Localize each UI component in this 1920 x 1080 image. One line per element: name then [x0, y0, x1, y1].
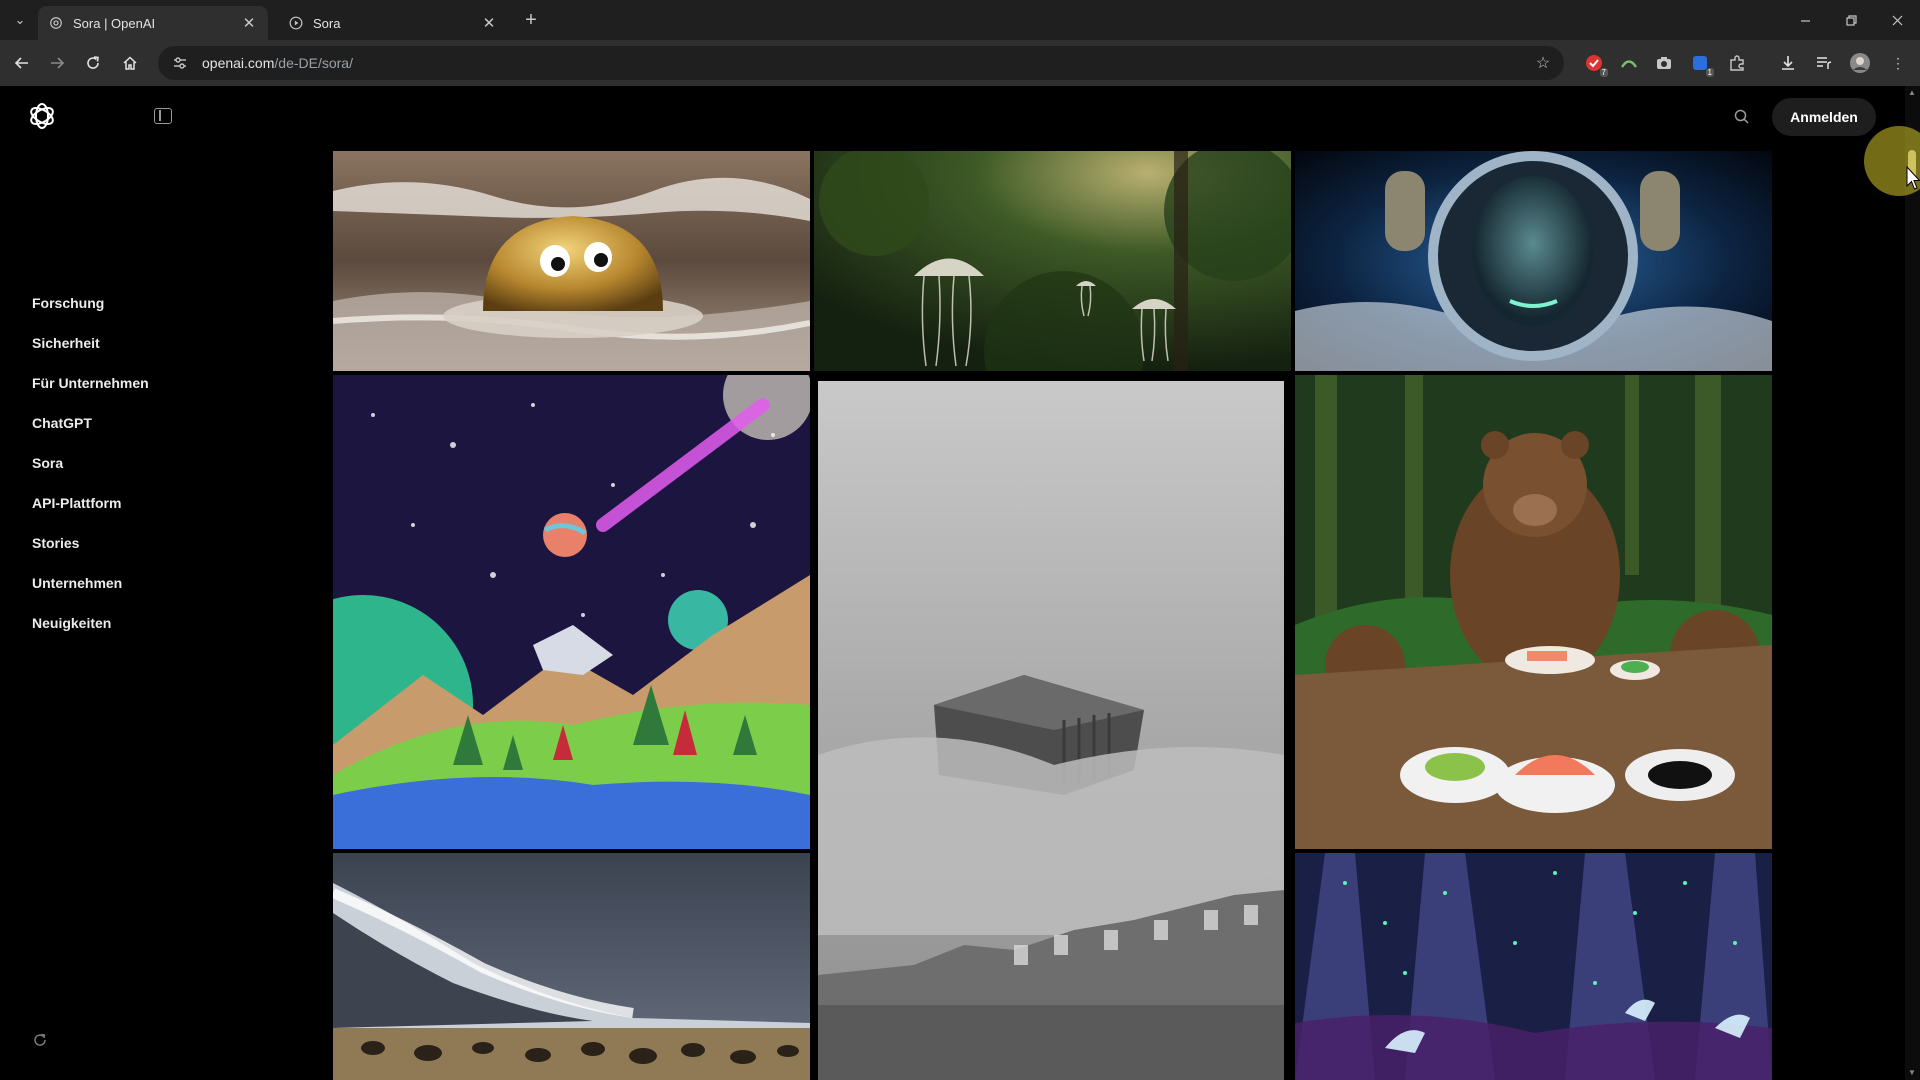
- extension-arc-icon[interactable]: [1617, 51, 1641, 75]
- close-tab-icon[interactable]: ✕: [240, 14, 258, 32]
- gallery-tile-tidal-wave[interactable]: [333, 853, 810, 1080]
- home-icon[interactable]: [116, 49, 144, 77]
- bookmark-star-icon[interactable]: ☆: [1534, 54, 1552, 72]
- openai-logo-icon[interactable]: [26, 100, 58, 132]
- camera-extension-icon[interactable]: [1652, 51, 1676, 75]
- site-info-tune-icon[interactable]: [172, 55, 188, 71]
- browser-tab-bar: ⌄ Sora | OpenAI ✕ Sora ✕ +: [0, 0, 1920, 40]
- url-path: /de-DE/sora/: [274, 55, 353, 71]
- search-icon[interactable]: [1733, 108, 1751, 126]
- gallery-tile-floating-building[interactable]: [814, 375, 1291, 1080]
- gallery-tile-gold-blob[interactable]: [333, 151, 810, 371]
- browser-toolbar: openai.com/de-DE/sora/ ☆ 7 1 ⋮: [0, 40, 1920, 86]
- tab-search-chevron-icon[interactable]: ⌄: [8, 8, 32, 32]
- gold-blob-video-thumbnail: [333, 151, 810, 371]
- new-tab-plus-icon[interactable]: +: [520, 9, 542, 31]
- sidebar-item-fuer-unternehmen[interactable]: Für Unternehmen: [32, 363, 149, 403]
- extensions-puzzle-icon[interactable]: [1725, 51, 1749, 75]
- jellyfish-forest-video-thumbnail: [814, 151, 1291, 371]
- floating-building-video-thumbnail: [814, 375, 1291, 1080]
- page-scrollbar[interactable]: ▲ ▼: [1905, 86, 1920, 1080]
- gallery-tile-papercraft-space[interactable]: [333, 375, 810, 849]
- sidebar-item-api-plattform[interactable]: API-Plattform: [32, 483, 149, 523]
- sidebar-item-sora[interactable]: Sora: [32, 443, 149, 483]
- login-button[interactable]: Anmelden: [1772, 98, 1876, 136]
- media-controls-icon[interactable]: [1812, 51, 1836, 75]
- tab-title: Sora: [313, 15, 341, 31]
- tab-sora-openai[interactable]: Sora | OpenAI ✕: [38, 6, 268, 40]
- glowing-forest-video-thumbnail: [1295, 853, 1772, 1080]
- restore-window-icon[interactable]: [1828, 0, 1874, 40]
- sidebar-item-forschung[interactable]: Forschung: [32, 283, 149, 323]
- profile-avatar[interactable]: [1848, 51, 1872, 75]
- refresh-icon[interactable]: [32, 1032, 48, 1048]
- reload-icon[interactable]: [79, 49, 107, 77]
- scroll-down-arrow-icon[interactable]: ▼: [1908, 1068, 1916, 1077]
- url-text[interactable]: openai.com/de-DE/sora/: [202, 55, 353, 71]
- mouse-pointer-icon: [1906, 165, 1920, 192]
- play-favicon-icon: [288, 15, 304, 31]
- sidebar-toggle-icon[interactable]: [154, 108, 172, 124]
- gallery-tile-glowing-forest[interactable]: [1295, 853, 1772, 1080]
- close-tab-icon[interactable]: ✕: [480, 14, 498, 32]
- sidebar-item-unternehmen[interactable]: Unternehmen: [32, 563, 149, 603]
- sidebar-item-sicherheit[interactable]: Sicherheit: [32, 323, 149, 363]
- url-host: openai.com: [202, 55, 275, 71]
- tidal-wave-video-thumbnail: [333, 853, 810, 1080]
- openai-favicon-icon: [48, 15, 64, 31]
- extension-badge: 1: [1705, 68, 1714, 77]
- astronaut-video-thumbnail: [1295, 151, 1772, 371]
- sidebar-item-stories[interactable]: Stories: [32, 523, 149, 563]
- forward-arrow-icon[interactable]: [43, 49, 71, 77]
- downloads-icon[interactable]: [1776, 51, 1800, 75]
- sora-page: Anmelden Forschung Sicherheit Für Untern…: [0, 86, 1920, 1080]
- minimize-window-icon[interactable]: [1782, 0, 1828, 40]
- sidebar-item-neuigkeiten[interactable]: Neuigkeiten: [32, 603, 149, 643]
- close-window-icon[interactable]: [1874, 0, 1920, 40]
- sidebar-navigation: Forschung Sicherheit Für Unternehmen Cha…: [32, 283, 149, 643]
- extension-blue-icon[interactable]: 1: [1688, 51, 1714, 77]
- bears-sushi-video-thumbnail: [1295, 375, 1772, 849]
- back-arrow-icon[interactable]: [8, 49, 36, 77]
- address-bar[interactable]: openai.com/de-DE/sora/ ☆: [158, 46, 1564, 80]
- sidebar-item-chatgpt[interactable]: ChatGPT: [32, 403, 149, 443]
- browser-menu-dots-icon[interactable]: ⋮: [1886, 51, 1910, 75]
- extension-red-shield-icon[interactable]: 7: [1582, 51, 1608, 77]
- tab-title: Sora | OpenAI: [73, 15, 156, 31]
- extension-badge: 7: [1599, 68, 1608, 77]
- gallery-tile-bears-sushi[interactable]: [1295, 375, 1772, 849]
- gallery-tile-jellyfish-forest[interactable]: [814, 151, 1291, 371]
- scroll-up-arrow-icon[interactable]: ▲: [1908, 88, 1916, 97]
- papercraft-space-video-thumbnail: [333, 375, 810, 849]
- tab-sora[interactable]: Sora ✕: [278, 6, 508, 40]
- gallery-tile-astronaut[interactable]: [1295, 151, 1772, 371]
